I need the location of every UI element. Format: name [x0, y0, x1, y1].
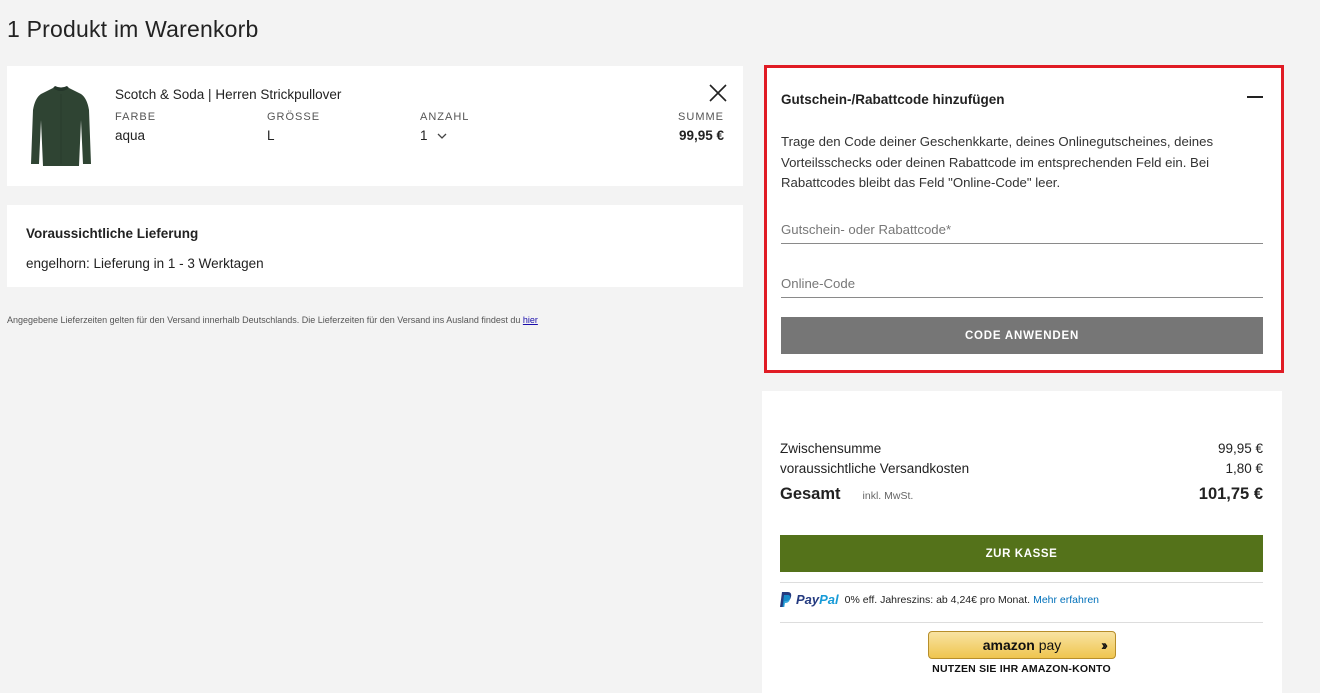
- amazon-logo-text: amazon: [982, 637, 1035, 653]
- paypal-financing-row: PayPal 0% eff. Jahreszins: ab 4,24€ pro …: [780, 592, 1099, 607]
- shipping-row: voraussichtliche Versandkosten 1,80 €: [780, 461, 1263, 476]
- collapse-icon[interactable]: [1247, 96, 1263, 98]
- online-code-input[interactable]: [781, 274, 1263, 298]
- chevron-down-icon: [437, 133, 447, 139]
- quantity-select[interactable]: 1: [420, 128, 447, 143]
- amazon-pay-text: pay: [1038, 637, 1062, 653]
- divider: [780, 582, 1263, 583]
- product-name[interactable]: Scotch & Soda | Herren Strickpullover: [115, 87, 341, 102]
- voucher-description: Trage den Code deiner Geschenkkarte, dei…: [781, 134, 1214, 190]
- color-label: FARBE: [115, 111, 157, 123]
- amazon-pay-caption: NUTZEN SIE IHR AMAZON-KONTO: [932, 663, 1111, 675]
- product-image[interactable]: [29, 84, 93, 172]
- close-icon[interactable]: [707, 82, 729, 104]
- quantity-value: 1: [420, 128, 428, 143]
- divider: [780, 622, 1263, 623]
- amazon-pay-logo: amazon pay: [983, 637, 1062, 653]
- cart-item: Scotch & Soda | Herren Strickpullover FA…: [7, 66, 743, 186]
- apply-code-button[interactable]: CODE ANWENDEN: [781, 317, 1263, 354]
- size-value: L: [267, 128, 275, 143]
- quantity-label: ANZAHL: [420, 111, 470, 123]
- order-summary: Zwischensumme 99,95 € voraussichtliche V…: [762, 391, 1282, 693]
- paypal-text: 0% eff. Jahreszins: ab 4,24€ pro Monat.: [844, 593, 1031, 606]
- shipping-label: voraussichtliche Versandkosten: [780, 461, 970, 476]
- delivery-text: engelhorn: Lieferung in 1 - 3 Werktagen: [26, 256, 264, 271]
- voucher-code-input[interactable]: [781, 220, 1263, 244]
- paypal-icon: [780, 592, 792, 607]
- paypal-logo-pay: Pay: [796, 592, 820, 607]
- page-title: 1 Produkt im Warenkorb: [7, 16, 259, 42]
- delivery-footnote: Angegebene Lieferzeiten gelten für den V…: [7, 315, 538, 325]
- size-label: GRÖSSE: [267, 111, 321, 123]
- delivery-card: Voraussichtliche Lieferung engelhorn: Li…: [7, 205, 743, 287]
- sum-label: SUMME: [678, 111, 724, 123]
- color-value: aqua: [115, 128, 146, 143]
- subtotal-row: Zwischensumme 99,95 €: [780, 441, 1263, 456]
- voucher-panel: Gutschein-/Rabattcode hinzufügen Trage d…: [764, 65, 1284, 373]
- total-label: Gesamt: [780, 485, 841, 503]
- delivery-title: Voraussichtliche Lieferung: [26, 226, 199, 241]
- voucher-title[interactable]: Gutschein-/Rabattcode hinzufügen: [781, 92, 1005, 107]
- paypal-logo: PayPal: [796, 592, 839, 607]
- double-chevron-right-icon: ››: [1101, 637, 1108, 654]
- shipping-value: 1,80 €: [1225, 461, 1263, 476]
- total-value: 101,75 €: [1198, 485, 1263, 503]
- footnote-link[interactable]: hier: [523, 315, 538, 325]
- subtotal-value: 99,95 €: [1217, 441, 1263, 456]
- total-row: Gesamt inkl. MwSt. 101,75 €: [780, 485, 1263, 504]
- footnote-text: Angegebene Lieferzeiten gelten für den V…: [7, 315, 523, 325]
- checkout-button[interactable]: ZUR KASSE: [780, 535, 1263, 572]
- paypal-learn-more-link[interactable]: Mehr erfahren: [1033, 594, 1099, 606]
- paypal-logo-pal: Pal: [819, 592, 839, 607]
- total-tax-note: inkl. MwSt.: [862, 490, 914, 502]
- sum-value: 99,95 €: [678, 128, 724, 143]
- amazon-pay-button[interactable]: amazon pay ››: [928, 631, 1116, 659]
- subtotal-label: Zwischensumme: [780, 441, 882, 456]
